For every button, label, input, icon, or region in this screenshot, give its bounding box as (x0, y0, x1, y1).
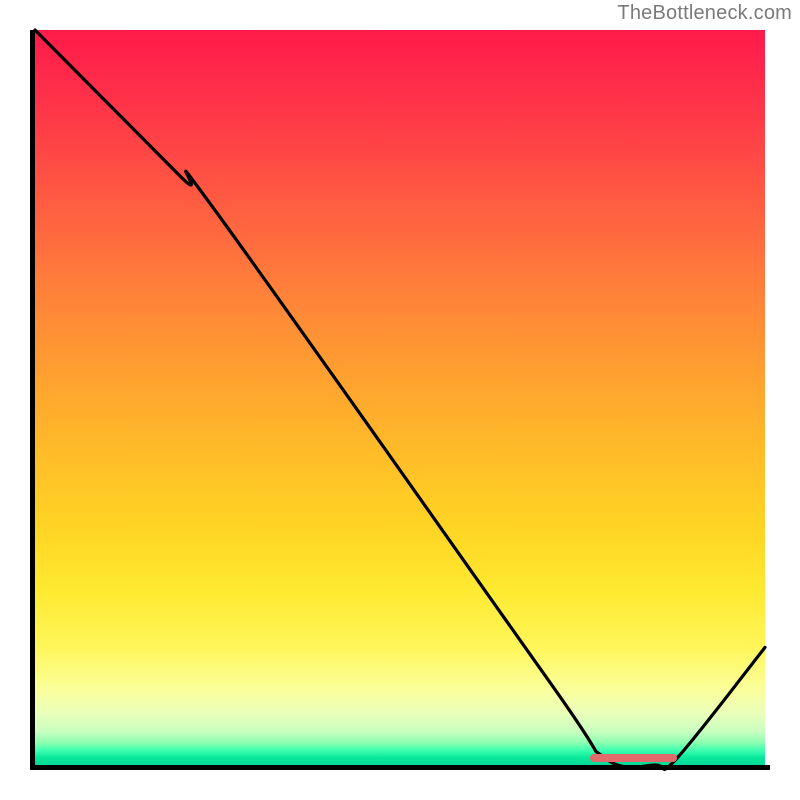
bottleneck-curve (35, 30, 765, 765)
optimal-range-marker (590, 754, 678, 762)
watermark-text: TheBottleneck.com (617, 2, 792, 25)
chart-plot-area (35, 30, 765, 765)
